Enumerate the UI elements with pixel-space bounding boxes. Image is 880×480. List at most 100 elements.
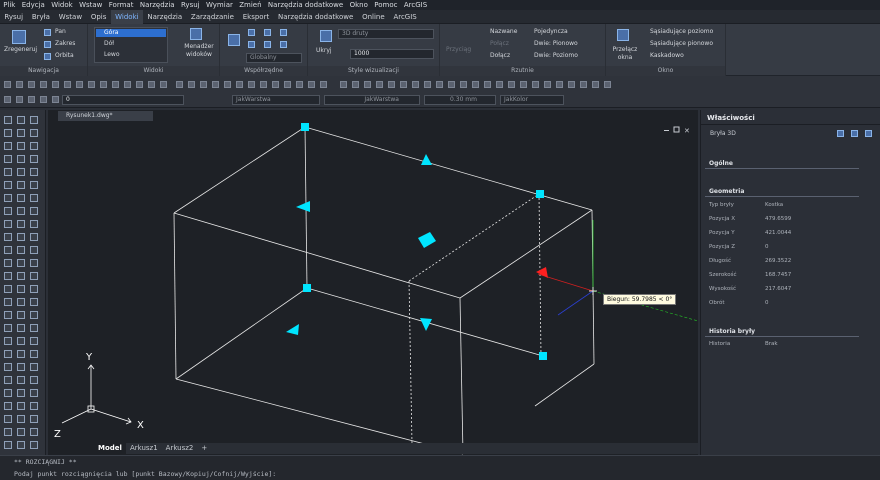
box-edge[interactable] <box>304 126 593 211</box>
draw-tool-button[interactable] <box>17 116 25 124</box>
toolbar-button[interactable] <box>76 81 83 88</box>
draw-tool-button[interactable] <box>30 350 38 358</box>
toolbar-button[interactable] <box>532 81 539 88</box>
property-value[interactable]: 0 <box>765 297 769 310</box>
toolbar-button[interactable] <box>424 81 431 88</box>
ribbon-tab[interactable]: ArcGIS <box>389 10 421 24</box>
draw-tool-button[interactable] <box>30 311 38 319</box>
draw-tool-button[interactable] <box>4 285 12 293</box>
named-button[interactable]: Nazwane <box>490 28 517 36</box>
toolbar-button[interactable] <box>188 81 195 88</box>
draw-tool-button[interactable] <box>4 168 12 176</box>
ribbon-tab[interactable]: Narzędzia dodatkowe <box>274 10 358 24</box>
menu-item[interactable]: Edycja <box>19 0 48 10</box>
switch-windows-button[interactable]: Przełącz okna <box>610 46 640 62</box>
toolbar-button[interactable] <box>520 81 527 88</box>
ribbon-tab[interactable]: Bryła <box>27 10 54 24</box>
plotstyle-select[interactable]: JakKolor <box>500 95 564 105</box>
draw-tool-button[interactable] <box>30 363 38 371</box>
toolbar-button[interactable] <box>112 81 119 88</box>
menu-item[interactable]: ArcGIS <box>401 0 431 10</box>
draw-tool-button[interactable] <box>17 285 25 293</box>
draw-tool-button[interactable] <box>4 155 12 163</box>
ucs-axis-icon[interactable] <box>228 34 240 46</box>
view-left[interactable]: Lewo <box>104 51 120 59</box>
toolbar-button[interactable] <box>556 81 563 88</box>
draw-tool-button[interactable] <box>30 155 38 163</box>
restore-icon[interactable] <box>673 126 680 133</box>
toolbar-button[interactable] <box>40 81 47 88</box>
draw-tool-button[interactable] <box>30 285 38 293</box>
menu-item[interactable]: Wymiar <box>203 0 236 10</box>
draw-tool-button[interactable] <box>17 220 25 228</box>
linetype-select[interactable]: JakWarstwa <box>324 95 420 105</box>
object-type-select[interactable]: Bryła 3D <box>710 130 736 138</box>
draw-tool-button[interactable] <box>4 116 12 124</box>
toolbar-button[interactable] <box>148 81 155 88</box>
draw-tool-button[interactable] <box>4 428 12 436</box>
property-row[interactable]: Pozycja X 479.6599 <box>709 213 859 226</box>
toolbar-button[interactable] <box>236 81 243 88</box>
draw-tool-button[interactable] <box>30 129 38 137</box>
snap-button[interactable]: Przyciąg <box>446 46 471 54</box>
draw-tool-button[interactable] <box>30 324 38 332</box>
toolbar-button[interactable] <box>484 81 491 88</box>
draw-tool-button[interactable] <box>17 259 25 267</box>
ribbon-tab[interactable]: Eksport <box>238 10 273 24</box>
draw-tool-button[interactable] <box>30 168 38 176</box>
layer-tool-button[interactable] <box>52 96 59 103</box>
menu-item[interactable]: Narzędzia <box>137 0 178 10</box>
draw-tool-button[interactable] <box>17 272 25 280</box>
draw-tool-button[interactable] <box>17 428 25 436</box>
box-edge[interactable] <box>534 363 595 407</box>
toolbar-button[interactable] <box>64 81 71 88</box>
ribbon-tab[interactable]: Opis <box>86 10 110 24</box>
drawing-canvas[interactable]: Y X Z ✕ <box>48 110 699 455</box>
property-value[interactable]: 217.6047 <box>765 283 791 296</box>
toolbar-button[interactable] <box>592 81 599 88</box>
box-edge[interactable] <box>175 287 308 380</box>
draw-tool-button[interactable] <box>4 311 12 319</box>
ucs-icon[interactable] <box>248 29 255 36</box>
toolbar-button[interactable] <box>212 81 219 88</box>
draw-tool-button[interactable] <box>4 337 12 345</box>
toolbar-button[interactable] <box>460 81 467 88</box>
draw-tool-button[interactable] <box>4 402 12 410</box>
property-value[interactable]: 168.7457 <box>765 269 791 282</box>
menu-item[interactable]: Zmień <box>236 0 265 10</box>
toolbar-button[interactable] <box>296 81 303 88</box>
toolbar-button[interactable] <box>472 81 479 88</box>
regenerate-button[interactable]: Zregeneruj <box>4 46 37 54</box>
toolbar-button[interactable] <box>544 81 551 88</box>
property-row[interactable]: Obrót 0 <box>709 297 859 310</box>
toolbar-button[interactable] <box>16 81 23 88</box>
toolbar-button[interactable] <box>448 81 455 88</box>
orbit-icon[interactable] <box>44 53 51 60</box>
ucs-select[interactable]: Globalny <box>246 53 302 63</box>
draw-tool-button[interactable] <box>4 389 12 397</box>
facet-input[interactable]: 1000 <box>350 49 434 59</box>
grip-arrow[interactable] <box>418 232 436 248</box>
property-value[interactable]: 269.3522 <box>765 255 791 268</box>
draw-tool-button[interactable] <box>4 233 12 241</box>
draw-tool-button[interactable] <box>17 402 25 410</box>
toolbar-button[interactable] <box>124 81 131 88</box>
toolbar-button[interactable] <box>28 81 35 88</box>
color-select[interactable]: JakWarstwa <box>232 95 320 105</box>
toolbar-button[interactable] <box>320 81 327 88</box>
toolbar-button[interactable] <box>580 81 587 88</box>
draw-tool-button[interactable] <box>17 415 25 423</box>
draw-tool-button[interactable] <box>17 142 25 150</box>
selected-grip[interactable] <box>536 267 548 278</box>
toolbar-button[interactable] <box>248 81 255 88</box>
cascade-button[interactable]: Kaskadowo <box>650 52 684 60</box>
draw-tool-button[interactable] <box>17 233 25 241</box>
command-prompt[interactable]: Podaj punkt rozciągnięcia lub [punkt Baz… <box>14 470 276 478</box>
grip-arrow[interactable] <box>296 201 310 212</box>
toolbar-button[interactable] <box>136 81 143 88</box>
property-value[interactable]: Brak <box>765 338 778 351</box>
toolbar-button[interactable] <box>272 81 279 88</box>
box-edge[interactable] <box>173 212 461 299</box>
box-edge[interactable] <box>459 297 464 455</box>
section-geometry[interactable]: Geometria <box>705 186 859 197</box>
